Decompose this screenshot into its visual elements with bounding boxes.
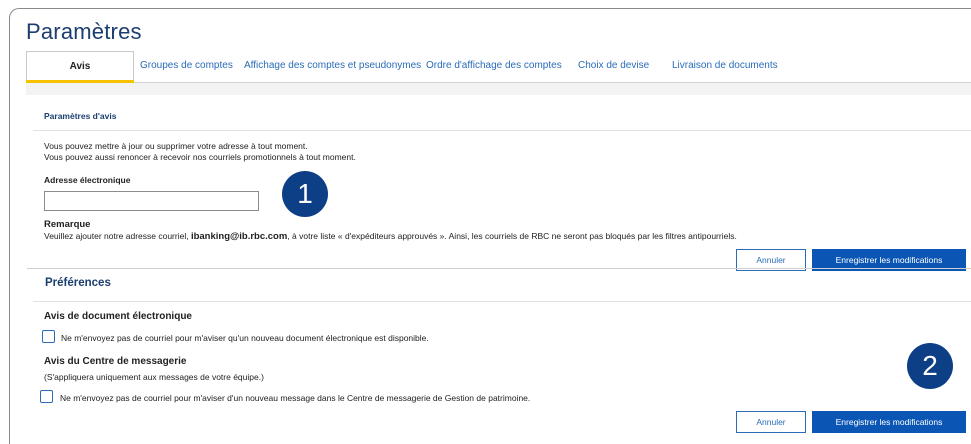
note-text-after: , à votre liste « d'expéditeurs approuvé… [287,231,737,241]
email-input[interactable] [44,191,259,211]
callout-badge-2: 2 [907,343,953,389]
preferences-title: Préférences [45,277,111,289]
tab-avis[interactable]: Avis [26,51,134,83]
email-label: Adresse électronique [44,175,131,185]
note-text: Veuillez ajouter notre adresse courriel,… [44,231,737,242]
edoc-notification-title: Avis de document électronique [44,311,192,322]
message-center-optout-label: Ne m'envoyez pas de courriel pour m'avis… [60,393,531,403]
intro-text-line1: Vous pouvez mettre à jour ou supprimer v… [44,141,308,151]
edoc-optout-label: Ne m'envoyez pas de courriel pour m'avis… [61,333,429,343]
callout-badge-1: 1 [282,171,328,217]
preferences-divider [33,301,971,302]
message-center-optout-checkbox[interactable] [40,390,53,403]
tab-bar: Avis Groupes de comptes Affichage des co… [26,51,971,83]
message-center-subtitle: (S'appliquera uniquement aux messages de… [44,372,264,382]
tab-choix-de-devise[interactable]: Choix de devise [578,51,649,80]
notification-settings-header: Paramètres d'avis [33,97,971,131]
preferences-save-button[interactable]: Enregistrer les modifications [812,411,966,433]
tab-affichage-des-comptes[interactable]: Affichage des comptes et pseudonymes [244,51,421,80]
message-center-title: Avis du Centre de messagerie [44,356,187,367]
page-title: Paramètres [26,19,142,44]
edoc-optout-checkbox[interactable] [42,330,55,343]
note-label: Remarque [44,219,91,230]
tab-groupes-de-comptes[interactable]: Groupes de comptes [140,51,233,80]
section-divider [27,268,971,269]
tab-ordre-affichage[interactable]: Ordre d'affichage des comptes [426,51,562,80]
preferences-cancel-button[interactable]: Annuler [736,411,806,433]
note-email-address: ibanking@ib.rbc.com [190,231,288,242]
notification-settings-title: Paramètres d'avis [44,111,117,121]
note-text-before: Veuillez ajouter notre adresse courriel, [44,231,191,241]
tab-livraison-documents[interactable]: Livraison de documents [672,51,778,80]
panel-background [26,83,971,95]
intro-text-line2: Vous pouvez aussi renoncer à recevoir no… [44,152,356,162]
